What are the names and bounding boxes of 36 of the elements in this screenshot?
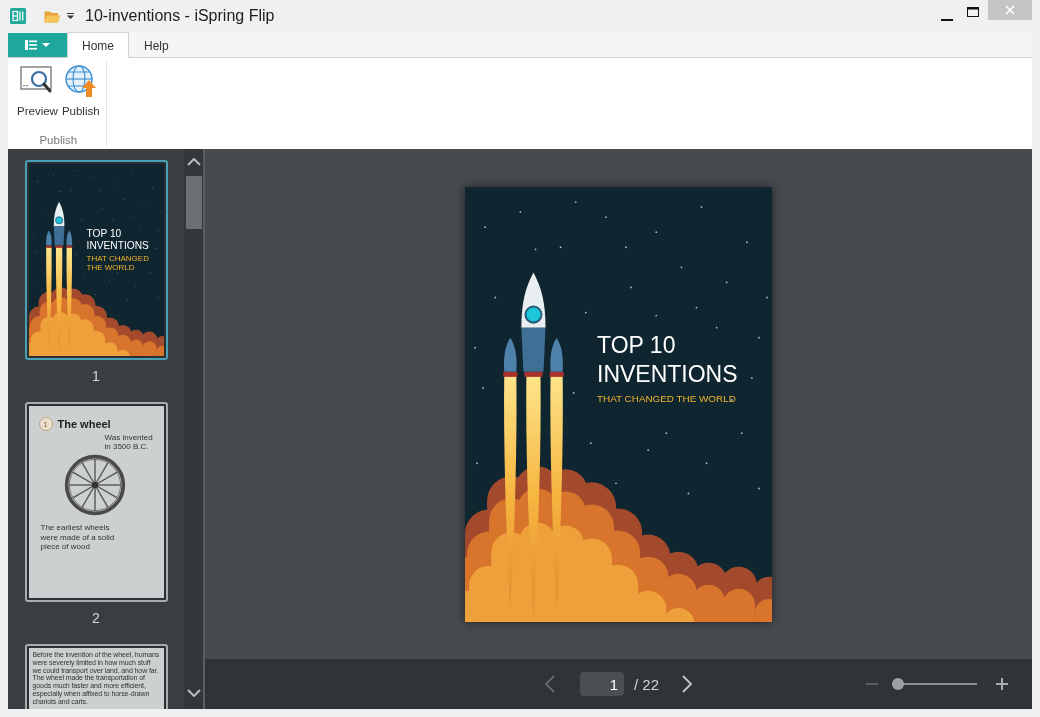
maximize-icon[interactable] (967, 7, 979, 17)
cover-subtitle: THAT CHANGED THE WORLD (597, 393, 737, 405)
chevron-right-icon[interactable] (682, 675, 692, 693)
page-number: 1 (92, 368, 100, 384)
caption-text: The earliest wheels were made of a solid piece of wood (40, 523, 116, 551)
page-number: 2 (92, 610, 100, 626)
scrollbar[interactable] (184, 149, 203, 709)
ribbon-tab[interactable]: Help (129, 33, 184, 58)
globe-arrow-icon (63, 64, 98, 98)
page-thumbnail[interactable]: TOP 10 INVENTIONS THAT CHANGED THE WORLD (24, 160, 168, 360)
cover-subtitle: THAT CHANGED THE WORLD (86, 255, 150, 273)
caret-icon[interactable] (67, 13, 74, 19)
publish-button[interactable]: Publish (60, 62, 101, 117)
page-number-field[interactable]: 1 (580, 672, 624, 696)
group-label: Publish (39, 134, 78, 146)
page-thumbnail[interactable]: 1 The wheel Was invented in 3500 B.C. The earliest wheels were made of a solid piece of wood (24, 402, 168, 602)
zoom-in-icon[interactable] (996, 678, 1008, 690)
cover-title: TOP 10 INVENTIONS (597, 330, 738, 389)
chevron-down-icon[interactable] (186, 689, 201, 697)
cover-title: TOP 10 INVENTIONS (86, 227, 150, 254)
ribbon-tab[interactable]: Home (67, 32, 129, 58)
close-icon (1005, 5, 1015, 15)
chevron-up-icon[interactable] (186, 158, 201, 166)
side-note: Was invented in 3500 B.C. (104, 433, 154, 452)
window-title: 10-inventions - iSpring Flip (85, 7, 275, 25)
list-icon (25, 40, 37, 50)
app-logo-icon (10, 8, 26, 24)
scrollbar-thumb[interactable] (185, 176, 202, 229)
slider-thumb[interactable] (892, 678, 904, 690)
file-menu-button[interactable] (8, 33, 67, 57)
chapter-heading: The wheel (57, 418, 111, 430)
wheel-drawing (63, 453, 127, 518)
preview-button[interactable]: Preview (16, 62, 59, 117)
number-badge: 1 (38, 417, 53, 431)
page-count: / 22 (634, 675, 659, 693)
caret-icon (42, 43, 50, 47)
